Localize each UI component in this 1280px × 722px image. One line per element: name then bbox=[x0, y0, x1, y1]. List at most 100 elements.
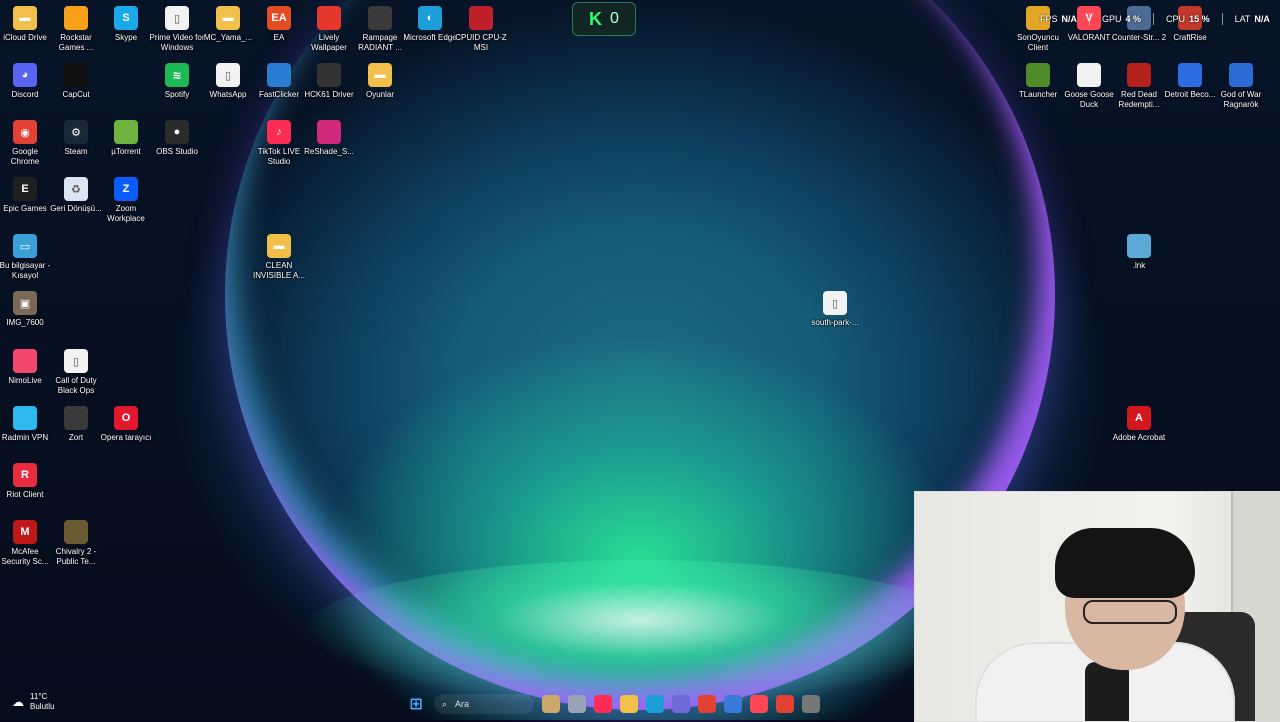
desktop-icon-10[interactable]: ◕ Discord bbox=[0, 63, 50, 100]
rockstar-icon bbox=[64, 6, 88, 30]
desktop-icon-right-5[interactable]: Goose Goose Duck bbox=[1064, 63, 1114, 110]
opera-icon: O bbox=[114, 406, 138, 430]
cpu-readout: CPU 15 % bbox=[1166, 14, 1210, 24]
desktop-icon-label: EA bbox=[273, 33, 285, 42]
desktop-icon-21[interactable]: ♪ TikTok LIVE Studio bbox=[254, 120, 304, 167]
rdr-icon bbox=[1127, 63, 1151, 87]
desktop-icon-label: Epic Games bbox=[3, 204, 47, 213]
desktop-icon-4[interactable]: ▬ MC_Yama_... bbox=[203, 6, 253, 43]
desktop-icon-label: FastClicker bbox=[258, 90, 299, 99]
chivalry-icon bbox=[64, 520, 88, 544]
desktop-icon-0[interactable]: ▬ iCloud Drive bbox=[0, 6, 50, 43]
start-button[interactable]: ⊞ bbox=[406, 694, 426, 714]
desktop-icon-24[interactable]: ♻ Geri Dönüşü... bbox=[50, 177, 102, 214]
edge-icon[interactable] bbox=[646, 695, 664, 713]
hud-count: 0 bbox=[610, 10, 619, 27]
desktop-icon-7[interactable]: Rampage RADIANT ... bbox=[355, 6, 405, 53]
desktop-icon-label: Goose Goose Duck bbox=[1064, 90, 1114, 109]
taskbar-search[interactable]: ⌕ Ara bbox=[434, 694, 534, 714]
fps-readout: FPS N/A bbox=[1040, 14, 1077, 24]
valorant-icon[interactable] bbox=[750, 695, 768, 713]
desktop-icon-29[interactable]: ▯ south-park-... bbox=[810, 291, 860, 328]
file-icon: ▯ bbox=[64, 349, 88, 373]
desktop-icon-25[interactable]: Z Zoom Workplace bbox=[101, 177, 151, 224]
folder-icon[interactable] bbox=[620, 695, 638, 713]
desktop-icon-label: CLEAN INVISIBLE A... bbox=[252, 261, 306, 280]
desktop-icon-label: SonOyuncu Client bbox=[1017, 33, 1059, 52]
desktop-icon-1[interactable]: Rockstar Games ... bbox=[51, 6, 101, 53]
desktop-icon-right-8[interactable]: God of War Ragnarök bbox=[1216, 63, 1266, 110]
cpu-label: CPU bbox=[1166, 14, 1186, 24]
store-icon[interactable] bbox=[724, 695, 742, 713]
tlauncher-icon bbox=[1026, 63, 1050, 87]
skype-icon: S bbox=[114, 6, 138, 30]
tiktok-icon[interactable] bbox=[594, 695, 612, 713]
desktop-icon-20[interactable]: ● OBS Studio bbox=[152, 120, 202, 157]
desktop-icon-label: God of War Ragnarök bbox=[1220, 90, 1262, 109]
desktop-icon-11[interactable]: CapCut bbox=[51, 63, 101, 100]
desktop-icon-right-10[interactable]: A Adobe Acrobat bbox=[1113, 406, 1165, 443]
desktop-icon-right-9[interactable]: .lnk bbox=[1114, 234, 1164, 271]
desktop-icon-14[interactable]: FastClicker bbox=[254, 63, 304, 100]
weather-icon: ☁ bbox=[12, 695, 24, 709]
chrome-icon[interactable] bbox=[776, 695, 794, 713]
chrome-icon[interactable] bbox=[698, 695, 716, 713]
desktop-icon-label: Red Dead Redempti... bbox=[1118, 90, 1160, 109]
desktop-icon-label: Zort bbox=[68, 433, 84, 442]
desktop-icon-13[interactable]: ▯ WhatsApp bbox=[203, 63, 253, 100]
desktop-icon-31[interactable]: ▯ Call of Duty Black Ops bbox=[51, 349, 101, 396]
desktop-icon-label: Prime Video for Windows bbox=[149, 33, 205, 52]
utorrent-icon bbox=[114, 120, 138, 144]
desktop-icon-label: Chivalry 2 - Public Te... bbox=[55, 547, 97, 566]
lat-label: LAT bbox=[1234, 14, 1251, 24]
desktop-icon-34[interactable]: O Opera tarayıcı bbox=[101, 406, 151, 443]
desktop-icon-32[interactable]: Radmin VPN bbox=[0, 406, 50, 443]
detroit-icon bbox=[1178, 63, 1202, 87]
desktop-icon-22[interactable]: ReShade_S... bbox=[304, 120, 354, 157]
desktop-icon-label: Oyunlar bbox=[365, 90, 394, 99]
obs-icon[interactable] bbox=[802, 695, 820, 713]
webcam-person-hair bbox=[1055, 528, 1195, 598]
desktop-icon-9[interactable]: CPUID CPU-Z MSI bbox=[455, 6, 507, 53]
desktop-icon-label: TikTok LIVE Studio bbox=[257, 147, 301, 166]
desktop-icon-6[interactable]: Lively Wallpaper bbox=[304, 6, 354, 53]
desktop-icon-18[interactable]: ⚙ Steam bbox=[51, 120, 101, 157]
desktop-icon-23[interactable]: E Epic Games bbox=[0, 177, 50, 214]
lat-readout: LAT N/A bbox=[1235, 14, 1270, 24]
weather-widget[interactable]: ☁ 11°C Bulutlu bbox=[12, 692, 54, 712]
desktop-icon-label: NimoLive bbox=[8, 376, 42, 385]
desktop-icon-8[interactable]: ◐ Microsoft Edge bbox=[403, 6, 457, 43]
widgets-icon[interactable] bbox=[542, 695, 560, 713]
desktop-icon-28[interactable]: ▣ IMG_7600 bbox=[0, 291, 50, 328]
desktop-icon-5[interactable]: EA EA bbox=[254, 6, 304, 43]
desktop-icon-37[interactable]: Chivalry 2 - Public Te... bbox=[51, 520, 101, 567]
file-icon[interactable] bbox=[568, 695, 586, 713]
desktop-icon-2[interactable]: S Skype bbox=[101, 6, 151, 43]
desktop-icon-30[interactable]: NimoLive bbox=[0, 349, 50, 386]
cpu-value: 15 % bbox=[1189, 14, 1210, 24]
weather-temp: 11°C bbox=[30, 692, 48, 701]
desktop-icon-16[interactable]: ▬ Oyunlar bbox=[355, 63, 405, 100]
desktop-icon-15[interactable]: HCK61 Driver bbox=[304, 63, 354, 100]
desktop-icon-27[interactable]: ▬ CLEAN INVISIBLE A... bbox=[252, 234, 306, 281]
desktop-icon-35[interactable]: R Riot Client bbox=[0, 463, 50, 500]
performance-overlay: FPS N/A GPU 4 % CPU 15 % LAT N/A bbox=[1040, 12, 1270, 26]
desktop-icon-12[interactable]: ≋ Spotify bbox=[152, 63, 202, 100]
lively-icon bbox=[317, 6, 341, 30]
file-icon: ▯ bbox=[165, 6, 189, 30]
file-icon: ▯ bbox=[823, 291, 847, 315]
gow-icon bbox=[1229, 63, 1253, 87]
fps-value: N/A bbox=[1061, 14, 1078, 24]
desktop-icon-label: TLauncher bbox=[1018, 90, 1058, 99]
desktop-icon-17[interactable]: ◉ Google Chrome bbox=[0, 120, 50, 167]
desktop-icon-26[interactable]: ▭ Bu bilgisayar - Kısayol bbox=[0, 234, 50, 281]
powertoys-icon[interactable] bbox=[672, 695, 690, 713]
desktop-icon-right-4[interactable]: TLauncher bbox=[1013, 63, 1063, 100]
desktop-icon-33[interactable]: Zort bbox=[51, 406, 101, 443]
desktop-icon-right-7[interactable]: Detroit Beco... bbox=[1165, 63, 1215, 100]
desktop-icon-right-6[interactable]: Red Dead Redempti... bbox=[1114, 63, 1164, 110]
desktop-icon-19[interactable]: µTorrent bbox=[101, 120, 151, 157]
desktop-icon-3[interactable]: ▯ Prime Video for Windows bbox=[149, 6, 205, 53]
desktop-icon-36[interactable]: M McAfee Security Sc... bbox=[0, 520, 50, 567]
computer-icon: ▭ bbox=[13, 234, 37, 258]
